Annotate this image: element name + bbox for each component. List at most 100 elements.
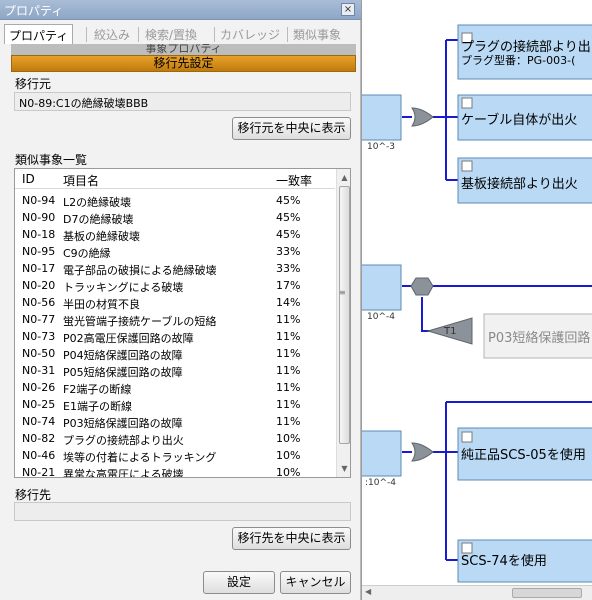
- list-item[interactable]: N0-90 D7の絶縁破壊 45%: [15, 210, 335, 227]
- node-checkbox-icon[interactable]: [461, 431, 473, 443]
- source-field[interactable]: N0-89:C1の絶縁破壊BBB: [14, 92, 351, 111]
- tab-search-replace[interactable]: 検索/置換: [145, 24, 197, 44]
- list-item[interactable]: N0-94 L2の絶縁破壊 45%: [15, 193, 335, 210]
- list-item[interactable]: N0-73 P02高電圧保護回路の故障 11%: [15, 329, 335, 346]
- item-name: P03短絡保護回路の故障: [63, 417, 183, 430]
- item-id: N0-18: [22, 228, 56, 241]
- item-match-rate: 11%: [276, 347, 301, 360]
- cancel-button[interactable]: キャンセル: [280, 571, 351, 594]
- or-gate-icon[interactable]: [411, 107, 434, 127]
- vertical-scrollbar[interactable]: ▲ ≡ ▼: [336, 169, 350, 477]
- tab-divider: [214, 27, 215, 42]
- list-item[interactable]: N0-77 蛍光管端子接続ケーブルの短絡 11%: [15, 312, 335, 329]
- node-label: P03短絡保護回路: [488, 331, 591, 346]
- item-id: N0-90: [22, 211, 56, 224]
- tab-coverage[interactable]: カバレッジ: [220, 24, 280, 44]
- similar-events-list[interactable]: ID 項目名 一致率 N0-94 L2の絶縁破壊 45% N0-90 D7の絶縁破壊 45…: [14, 168, 351, 478]
- column-id[interactable]: ID: [22, 172, 35, 186]
- list-header: ID 項目名 一致率: [15, 169, 335, 189]
- item-match-rate: 11%: [276, 313, 301, 326]
- list-item[interactable]: N0-25 E1端子の断線 11%: [15, 397, 335, 414]
- item-id: N0-74: [22, 415, 56, 428]
- fault-tree-canvas[interactable]: プラグの接続部より出 プラグ型番：PG-003-( ケーブル自体が出火 基板接続…: [361, 0, 592, 600]
- node-label: 基板接続部より出火: [461, 177, 578, 192]
- item-name: F2端子の断線: [63, 383, 132, 396]
- list-item[interactable]: N0-95 C9の絶縁 33%: [15, 244, 335, 261]
- property-panel: プロパティ × プロパティ 絞込み 検索/置換 カバレッジ 類似事象 事象プロパ…: [0, 0, 361, 600]
- list-item[interactable]: N0-50 P04短絡保護回路の故障 11%: [15, 346, 335, 363]
- center-target-button[interactable]: 移行先を中央に表示: [232, 527, 351, 550]
- list-item[interactable]: N0-21 異常な高電圧による破壊 10%: [15, 465, 335, 478]
- node-label: ケーブル自体が出火: [461, 113, 578, 128]
- scroll-thumb[interactable]: [512, 588, 582, 598]
- item-name: P05短絡保護回路の故障: [63, 366, 183, 379]
- close-icon[interactable]: ×: [341, 3, 355, 16]
- node-sublabel: プラグ型番：PG-003-(: [461, 54, 576, 67]
- node-checkbox-icon[interactable]: [461, 97, 473, 109]
- list-item[interactable]: N0-82 プラグの接続部より出火 10%: [15, 431, 335, 448]
- list-item[interactable]: N0-18 基板の絶縁破壊 45%: [15, 227, 335, 244]
- column-name[interactable]: 項目名: [63, 172, 99, 189]
- list-item[interactable]: N0-56 半田の材質不良 14%: [15, 295, 335, 312]
- item-id: N0-31: [22, 364, 56, 377]
- item-id: N0-26: [22, 381, 56, 394]
- transfer-settings-banner: 移行先設定: [11, 55, 356, 72]
- item-match-rate: 10%: [276, 466, 301, 478]
- scroll-thumb[interactable]: [339, 186, 350, 444]
- list-item[interactable]: N0-31 P05短絡保護回路の故障 11%: [15, 363, 335, 380]
- item-id: N0-94: [22, 194, 56, 207]
- item-name: 半田の材質不良: [63, 298, 140, 311]
- list-item[interactable]: N0-17 電子部品の破損による絶縁破壊 33%: [15, 261, 335, 278]
- column-match-rate[interactable]: 一致率: [276, 172, 312, 189]
- scroll-up-icon[interactable]: ▲: [339, 172, 350, 183]
- item-name: D7の絶縁破壊: [63, 213, 134, 226]
- list-item[interactable]: N0-46 埃等の付着によるトラッキング 10%: [15, 448, 335, 465]
- source-label: 移行元: [15, 77, 52, 91]
- item-match-rate: 10%: [276, 432, 301, 445]
- event-box[interactable]: [362, 264, 402, 311]
- tab-filter[interactable]: 絞込み: [94, 24, 130, 44]
- target-field[interactable]: [14, 502, 351, 521]
- item-name: トラッキングによる破壊: [63, 281, 184, 294]
- item-match-rate: 17%: [276, 279, 301, 292]
- hexagon-gate-icon[interactable]: [410, 277, 434, 296]
- item-name: E1端子の断線: [63, 400, 132, 413]
- event-properties-header: 事象プロパティ: [11, 44, 356, 55]
- item-match-rate: 11%: [276, 381, 301, 394]
- event-box[interactable]: [362, 430, 402, 477]
- item-name: プラグの接続部より出火: [63, 434, 184, 447]
- item-id: N0-25: [22, 398, 56, 411]
- horizontal-scrollbar[interactable]: ◀: [362, 585, 592, 600]
- list-item[interactable]: N0-74 P03短絡保護回路の故障 11%: [15, 414, 335, 431]
- item-id: N0-46: [22, 449, 56, 462]
- item-name: 異常な高電圧による破壊: [63, 468, 184, 478]
- or-gate-icon[interactable]: [411, 442, 434, 462]
- grip-icon: ≡: [339, 288, 346, 297]
- item-name: L2の絶縁破壊: [63, 196, 132, 209]
- list-item[interactable]: N0-26 F2端子の断線 11%: [15, 380, 335, 397]
- item-id: N0-56: [22, 296, 56, 309]
- item-name: 電子部品の破損による絶縁破壊: [63, 264, 217, 277]
- apply-button[interactable]: 設定: [203, 571, 275, 594]
- event-box[interactable]: [362, 94, 402, 141]
- probability-tag: 10^-3: [367, 142, 395, 152]
- panel-titlebar: プロパティ ×: [0, 0, 361, 20]
- item-name: C9の絶縁: [63, 247, 111, 260]
- tab-properties[interactable]: プロパティ: [4, 24, 74, 44]
- item-match-rate: 14%: [276, 296, 301, 309]
- item-match-rate: 45%: [276, 211, 301, 224]
- node-checkbox-icon[interactable]: [461, 160, 473, 172]
- scroll-left-icon[interactable]: ◀: [365, 587, 371, 596]
- tab-strip: プロパティ 絞込み 検索/置換 カバレッジ 類似事象: [4, 24, 358, 44]
- item-match-rate: 33%: [276, 262, 301, 275]
- tab-divider: [287, 27, 288, 42]
- tab-similar-events[interactable]: 類似事象: [293, 24, 341, 44]
- center-source-button[interactable]: 移行元を中央に表示: [232, 117, 351, 140]
- item-name: 基板の絶縁破壊: [63, 230, 140, 243]
- item-id: N0-95: [22, 245, 56, 258]
- transfer-label: T1: [444, 326, 457, 337]
- scroll-down-icon[interactable]: ▼: [339, 463, 350, 474]
- node-label: 純正品SCS-05を使用: [461, 448, 586, 463]
- item-id: N0-77: [22, 313, 56, 326]
- list-item[interactable]: N0-20 トラッキングによる破壊 17%: [15, 278, 335, 295]
